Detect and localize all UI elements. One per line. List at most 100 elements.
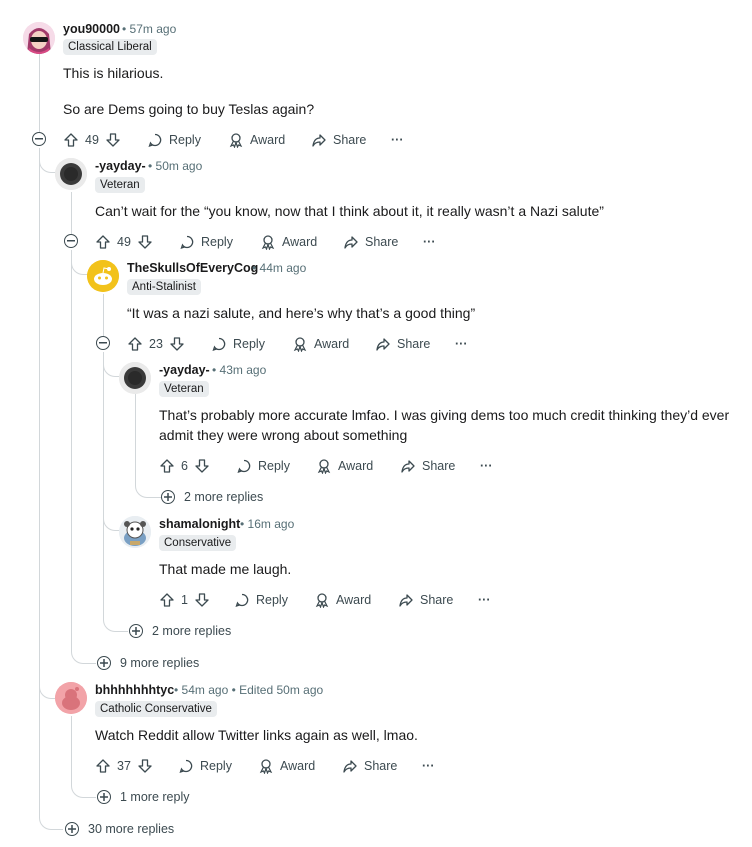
upvote-icon[interactable] [127, 336, 143, 352]
award-icon [229, 133, 243, 148]
more-options-button[interactable]: ··· [423, 232, 436, 252]
share-button[interactable]: Share [342, 756, 397, 776]
reply-button[interactable]: Reply [178, 756, 232, 776]
reply-icon [212, 337, 226, 352]
upvote-icon[interactable] [95, 758, 111, 774]
more-replies-link[interactable]: 2 more replies [184, 490, 263, 504]
award-icon [261, 235, 275, 250]
reply-icon [148, 133, 162, 148]
avatar[interactable] [55, 158, 87, 190]
vote-score: 6 [181, 459, 188, 473]
award-button[interactable]: Award [228, 130, 285, 150]
downvote-icon[interactable] [137, 234, 153, 250]
user-flair: Anti-Stalinist [127, 279, 201, 295]
avatar[interactable] [87, 260, 119, 292]
award-button[interactable]: Award [316, 456, 373, 476]
more-options-button[interactable]: ··· [391, 130, 404, 150]
username[interactable]: TheSkullsOfEveryCog [127, 261, 258, 275]
avatar[interactable] [119, 516, 151, 548]
username[interactable]: bhhhhhhhtyc [95, 683, 174, 697]
comment-body: That’s probably more accurate lmfao. I w… [159, 407, 730, 423]
timestamp: 54m ago [181, 683, 229, 697]
user-flair: Classical Liberal [63, 39, 157, 55]
reply-icon [235, 593, 249, 608]
award-icon [259, 759, 273, 774]
username[interactable]: -yayday- [159, 363, 210, 377]
more-options-button[interactable]: ··· [455, 334, 468, 354]
downvote-icon[interactable] [194, 592, 210, 608]
share-button[interactable]: Share [343, 232, 398, 252]
share-button[interactable]: Share [311, 130, 366, 150]
upvote-icon[interactable] [159, 592, 175, 608]
downvote-icon[interactable] [194, 458, 210, 474]
username[interactable]: -yayday- [95, 159, 146, 173]
vote-score: 37 [117, 759, 131, 773]
award-button[interactable]: Award [292, 334, 349, 354]
award-icon [315, 593, 329, 608]
award-button[interactable]: Award [260, 232, 317, 252]
collapse-icon[interactable] [32, 132, 46, 146]
more-replies-link[interactable]: 30 more replies [88, 822, 174, 836]
username[interactable]: you90000 [63, 22, 120, 36]
comment-body: This is hilarious. [63, 65, 164, 81]
award-button[interactable]: Award [314, 590, 371, 610]
upvote-icon[interactable] [95, 234, 111, 250]
share-button[interactable]: Share [400, 456, 455, 476]
reply-icon [237, 459, 251, 474]
edited-label: Edited 50m ago [239, 683, 324, 697]
reply-button[interactable]: Reply [147, 130, 201, 150]
avatar[interactable] [23, 22, 55, 54]
share-icon [399, 594, 413, 607]
comment-body: Watch Reddit allow Twitter links again a… [95, 727, 418, 743]
username[interactable]: shamalonight [159, 517, 240, 531]
share-button[interactable]: Share [398, 590, 453, 610]
timestamp: 57m ago [129, 22, 177, 36]
expand-icon[interactable] [97, 790, 111, 804]
share-icon [376, 338, 390, 351]
collapse-icon[interactable] [64, 234, 78, 248]
more-replies-link[interactable]: 9 more replies [120, 656, 199, 670]
comment-body: So are Dems going to buy Teslas again? [63, 101, 315, 117]
comment-body: “It was a nazi salute, and here’s why th… [127, 305, 476, 321]
expand-icon[interactable] [161, 490, 175, 504]
avatar[interactable] [55, 682, 87, 714]
share-icon [343, 760, 357, 773]
collapse-icon[interactable] [96, 336, 110, 350]
downvote-icon[interactable] [105, 132, 121, 148]
expand-icon[interactable] [129, 624, 143, 638]
expand-icon[interactable] [65, 822, 79, 836]
more-options-button[interactable]: ··· [478, 590, 491, 610]
reply-icon [180, 235, 194, 250]
comment-body: admit they were wrong about something [159, 427, 408, 443]
user-flair: Catholic Conservative [95, 701, 217, 717]
comment-body: That made me laugh. [159, 561, 292, 577]
user-flair: Veteran [159, 381, 209, 397]
thread-line [39, 148, 56, 699]
timestamp: 50m ago [155, 159, 203, 173]
vote-score: 49 [85, 133, 99, 147]
more-options-button[interactable]: ··· [480, 456, 493, 476]
more-replies-link[interactable]: 1 more reply [120, 790, 189, 804]
user-flair: Conservative [159, 535, 237, 551]
share-button[interactable]: Share [375, 334, 430, 354]
downvote-icon[interactable] [169, 336, 185, 352]
avatar[interactable] [119, 362, 151, 394]
comment-body: Can’t wait for the “you know, now that I… [95, 203, 604, 219]
reply-button[interactable]: Reply [211, 334, 265, 354]
reply-icon [179, 759, 193, 774]
downvote-icon[interactable] [137, 758, 153, 774]
reply-button[interactable]: Reply [179, 232, 233, 252]
award-icon [317, 459, 331, 474]
more-replies-link[interactable]: 2 more replies [152, 624, 231, 638]
upvote-icon[interactable] [63, 132, 79, 148]
reply-button[interactable]: Reply [234, 590, 288, 610]
vote-score: 49 [117, 235, 131, 249]
award-button[interactable]: Award [258, 756, 315, 776]
vote-score: 23 [149, 337, 163, 351]
reply-button[interactable]: Reply [236, 456, 290, 476]
expand-icon[interactable] [97, 656, 111, 670]
upvote-icon[interactable] [159, 458, 175, 474]
timestamp: 43m ago [219, 363, 267, 377]
share-icon [344, 236, 358, 249]
more-options-button[interactable]: ··· [422, 756, 435, 776]
